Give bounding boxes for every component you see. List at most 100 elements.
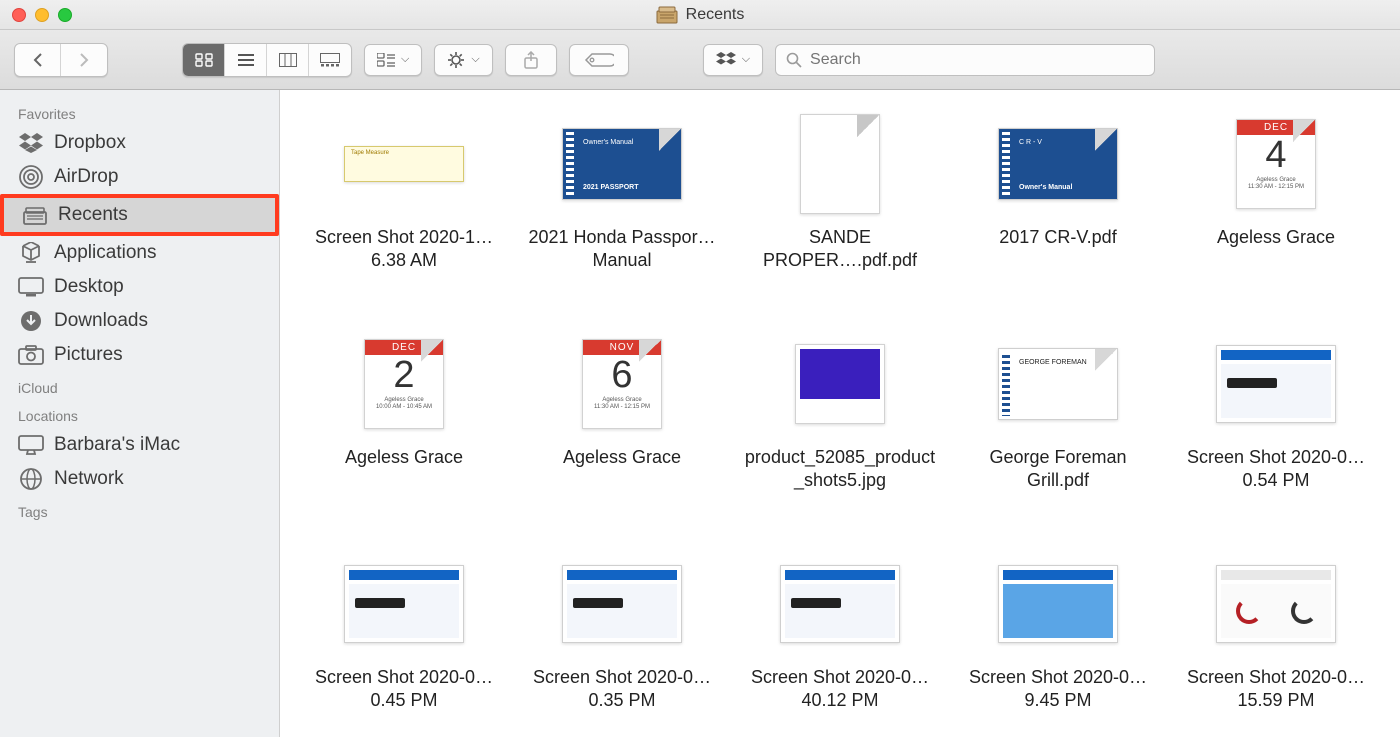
maximize-window-button[interactable]: [58, 8, 72, 22]
file-thumbnail: [993, 554, 1123, 654]
sidebar-item-label: Desktop: [54, 276, 124, 298]
minimize-window-button[interactable]: [35, 8, 49, 22]
gear-icon: [447, 51, 465, 69]
window-title: Recents: [686, 6, 745, 24]
file-thumbnail: [775, 114, 905, 214]
view-mode-group: [182, 43, 352, 77]
file-item[interactable]: Screen Shot 2020-0…40.12 PM: [736, 554, 944, 737]
chevron-down-icon: ⌵: [471, 53, 479, 66]
file-item[interactable]: product_52085_product_shots5.jpg: [736, 334, 944, 534]
dropbox-toolbar-button[interactable]: ⌵: [703, 44, 763, 76]
file-item[interactable]: Screen Shot 2020-0…0.54 PM: [1172, 334, 1380, 534]
close-window-button[interactable]: [12, 8, 26, 22]
search-field[interactable]: [775, 44, 1155, 76]
column-view-button[interactable]: [267, 44, 309, 76]
file-name: 2021 Honda Passpor…Manual: [522, 226, 722, 271]
back-button[interactable]: [15, 44, 61, 76]
sidebar: Favorites Dropbox AirDrop Recents Applicatio…: [0, 90, 280, 737]
dropbox-icon: [18, 132, 44, 154]
file-name: Screen Shot 2020-0…15.59 PM: [1176, 666, 1376, 711]
list-view-button[interactable]: [225, 44, 267, 76]
sidebar-item-downloads[interactable]: Downloads: [0, 304, 279, 338]
dropbox-icon: [716, 52, 736, 68]
file-name: Screen Shot 2020-0…0.35 PM: [522, 666, 722, 711]
file-thumbnail: [557, 554, 687, 654]
sidebar-item-label: Network: [54, 468, 124, 490]
imac-icon: [18, 434, 44, 456]
file-item[interactable]: Screen Shot 2020-0…15.59 PM: [1172, 554, 1380, 737]
search-input[interactable]: [810, 51, 1144, 69]
network-icon: [18, 468, 44, 490]
forward-button[interactable]: [61, 44, 107, 76]
sidebar-item-recents[interactable]: Recents: [4, 198, 275, 232]
file-thumbnail: Tape Measure: [339, 114, 469, 214]
action-menu-button[interactable]: ⌵: [434, 44, 492, 76]
file-item[interactable]: DEC2Ageless Grace10:00 AM - 10:45 AM Agel…: [300, 334, 508, 534]
window-controls: [12, 8, 72, 22]
share-button[interactable]: [505, 44, 557, 76]
file-name: SANDE PROPER….pdf.pdf: [740, 226, 940, 271]
file-name: 2017 CR-V.pdf: [999, 226, 1116, 249]
sidebar-item-barbara-s-imac[interactable]: Barbara's iMac: [0, 428, 279, 462]
airdrop-icon: [18, 166, 44, 188]
file-thumbnail: NOV6Ageless Grace11:30 AM - 12:15 PM: [557, 334, 687, 434]
file-item[interactable]: NOV6Ageless Grace11:30 AM - 12:15 PMAgel…: [518, 334, 726, 534]
file-thumbnail: [775, 334, 905, 434]
chevron-down-icon: ⌵: [401, 53, 409, 66]
sidebar-section-header: Favorites: [0, 98, 279, 126]
file-item[interactable]: Owner's Manual2021 PASSPORT 2021 Honda Pa…: [518, 114, 726, 314]
file-item[interactable]: GEORGE FOREMAN George Foreman Grill.pdf: [954, 334, 1162, 534]
file-name: Screen Shot 2020-0…40.12 PM: [740, 666, 940, 711]
file-item[interactable]: Screen Shot 2020-0…0.35 PM: [518, 554, 726, 737]
pictures-icon: [18, 344, 44, 366]
sidebar-item-label: Barbara's iMac: [54, 434, 180, 456]
file-thumbnail: [339, 554, 469, 654]
icon-view-button[interactable]: [183, 44, 225, 76]
sidebar-item-label: Applications: [54, 242, 156, 264]
file-name: Screen Shot 2020-0…9.45 PM: [958, 666, 1158, 711]
file-thumbnail: [775, 554, 905, 654]
desktop-icon: [18, 276, 44, 298]
file-grid: Tape MeasureScreen Shot 2020-1…6.38 AMOw…: [280, 90, 1400, 737]
sidebar-item-network[interactable]: Network: [0, 462, 279, 496]
sidebar-item-pictures[interactable]: Pictures: [0, 338, 279, 372]
sidebar-item-label: Dropbox: [54, 132, 126, 154]
sidebar-section-header: Locations: [0, 400, 279, 428]
chevron-down-icon: ⌵: [742, 53, 750, 66]
sidebar-item-dropbox[interactable]: Dropbox: [0, 126, 279, 160]
file-thumbnail: DEC4Ageless Grace11:30 AM - 12:15 PM: [1211, 114, 1341, 214]
sidebar-item-applications[interactable]: Applications: [0, 236, 279, 270]
window-titlebar: Recents: [0, 0, 1400, 30]
sidebar-item-label: AirDrop: [54, 166, 118, 188]
nav-back-forward: [14, 43, 108, 77]
toolbar: ⌵ ⌵ ⌵: [0, 30, 1400, 90]
file-name: product_52085_product_shots5.jpg: [740, 446, 940, 491]
file-item[interactable]: C R - VOwner's Manual 2017 CR-V.pdf: [954, 114, 1162, 314]
file-thumbnail: DEC2Ageless Grace10:00 AM - 10:45 AM: [339, 334, 469, 434]
tags-button[interactable]: [569, 44, 629, 76]
group-by-button[interactable]: ⌵: [364, 44, 422, 76]
file-name: Ageless Grace: [345, 446, 463, 469]
sidebar-item-airdrop[interactable]: AirDrop: [0, 160, 279, 194]
file-name: Screen Shot 2020-0…0.45 PM: [304, 666, 504, 711]
file-item[interactable]: Screen Shot 2020-0…0.45 PM: [300, 554, 508, 737]
file-item[interactable]: SANDE PROPER….pdf.pdf: [736, 114, 944, 314]
sidebar-item-label: Recents: [58, 204, 128, 226]
file-item[interactable]: Tape MeasureScreen Shot 2020-1…6.38 AM: [300, 114, 508, 314]
file-thumbnail: [1211, 334, 1341, 434]
applications-icon: [18, 242, 44, 264]
file-name: Ageless Grace: [1217, 226, 1335, 249]
sidebar-item-desktop[interactable]: Desktop: [0, 270, 279, 304]
file-thumbnail: C R - VOwner's Manual: [993, 114, 1123, 214]
file-name: George Foreman Grill.pdf: [958, 446, 1158, 491]
file-item[interactable]: DEC4Ageless Grace11:30 AM - 12:15 PM Agel…: [1172, 114, 1380, 314]
sidebar-section-header: Tags: [0, 496, 279, 524]
gallery-view-button[interactable]: [309, 44, 351, 76]
file-thumbnail: GEORGE FOREMAN: [993, 334, 1123, 434]
recents-icon: [22, 204, 48, 226]
window-title-icon: [656, 6, 678, 24]
sidebar-item-label: Pictures: [54, 344, 123, 366]
file-thumbnail: Owner's Manual2021 PASSPORT: [557, 114, 687, 214]
tag-icon: [584, 52, 614, 68]
file-item[interactable]: Screen Shot 2020-0…9.45 PM: [954, 554, 1162, 737]
